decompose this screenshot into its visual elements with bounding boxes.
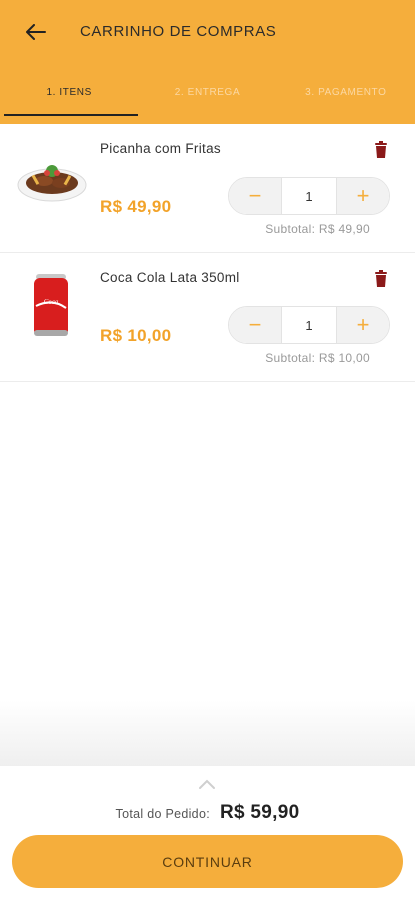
quantity-stepper: − 1 + <box>228 177 390 215</box>
picanha-plate-image <box>17 165 87 202</box>
page-title: CARRINHO DE COMPRAS <box>80 23 277 40</box>
cart-item: Picanha com Fritas R$ 49,90 − 1 + Subtot… <box>0 125 415 253</box>
item-subtotal: Subtotal: R$ 10,00 <box>265 351 370 365</box>
tab-itens[interactable]: 1. ITENS <box>0 70 139 124</box>
quantity-value: 1 <box>305 188 313 204</box>
svg-text:Coca: Coca <box>44 298 59 306</box>
quantity-value: 1 <box>305 317 313 333</box>
tab-pagamento[interactable]: 3. PAGAMENTO <box>277 70 415 124</box>
scroll-fade <box>0 700 415 766</box>
back-button[interactable] <box>22 18 50 46</box>
decrease-button[interactable]: − <box>229 178 282 214</box>
total-value: R$ 59,90 <box>219 802 300 823</box>
item-name: Picanha com Fritas <box>100 141 221 156</box>
increase-button[interactable]: + <box>336 307 389 343</box>
increase-button[interactable]: + <box>336 178 389 214</box>
tab-entrega[interactable]: 2. ENTREGA <box>138 70 276 124</box>
checkout-steps: 1. ITENS 2. ENTREGA 3. PAGAMENTO <box>0 70 415 124</box>
cart-item: Coca Coca Cola Lata 350ml R$ 10,00 − 1 +… <box>0 254 415 382</box>
arrow-left-icon <box>26 24 46 40</box>
item-price: R$ 49,90 <box>100 197 172 216</box>
item-subtotal: Subtotal: R$ 49,90 <box>265 222 370 236</box>
coca-cola-can-image: Coca <box>34 274 68 336</box>
trash-icon[interactable] <box>373 141 389 159</box>
order-total: Total do Pedido: R$ 59,90 <box>0 802 415 824</box>
trash-icon[interactable] <box>373 270 389 288</box>
continue-button[interactable]: CONTINUAR <box>12 835 403 888</box>
order-footer: Total do Pedido: R$ 59,90 CONTINUAR <box>0 766 415 900</box>
total-label: Total do Pedido: <box>115 807 210 821</box>
app-header: CARRINHO DE COMPRAS 1. ITENS 2. ENTREGA … <box>0 0 415 124</box>
decrease-button[interactable]: − <box>229 307 282 343</box>
chevron-up-icon[interactable] <box>198 778 216 790</box>
quantity-stepper: − 1 + <box>228 306 390 344</box>
top-bar: CARRINHO DE COMPRAS <box>0 0 415 66</box>
item-price: R$ 10,00 <box>100 326 172 345</box>
item-name: Coca Cola Lata 350ml <box>100 270 240 285</box>
